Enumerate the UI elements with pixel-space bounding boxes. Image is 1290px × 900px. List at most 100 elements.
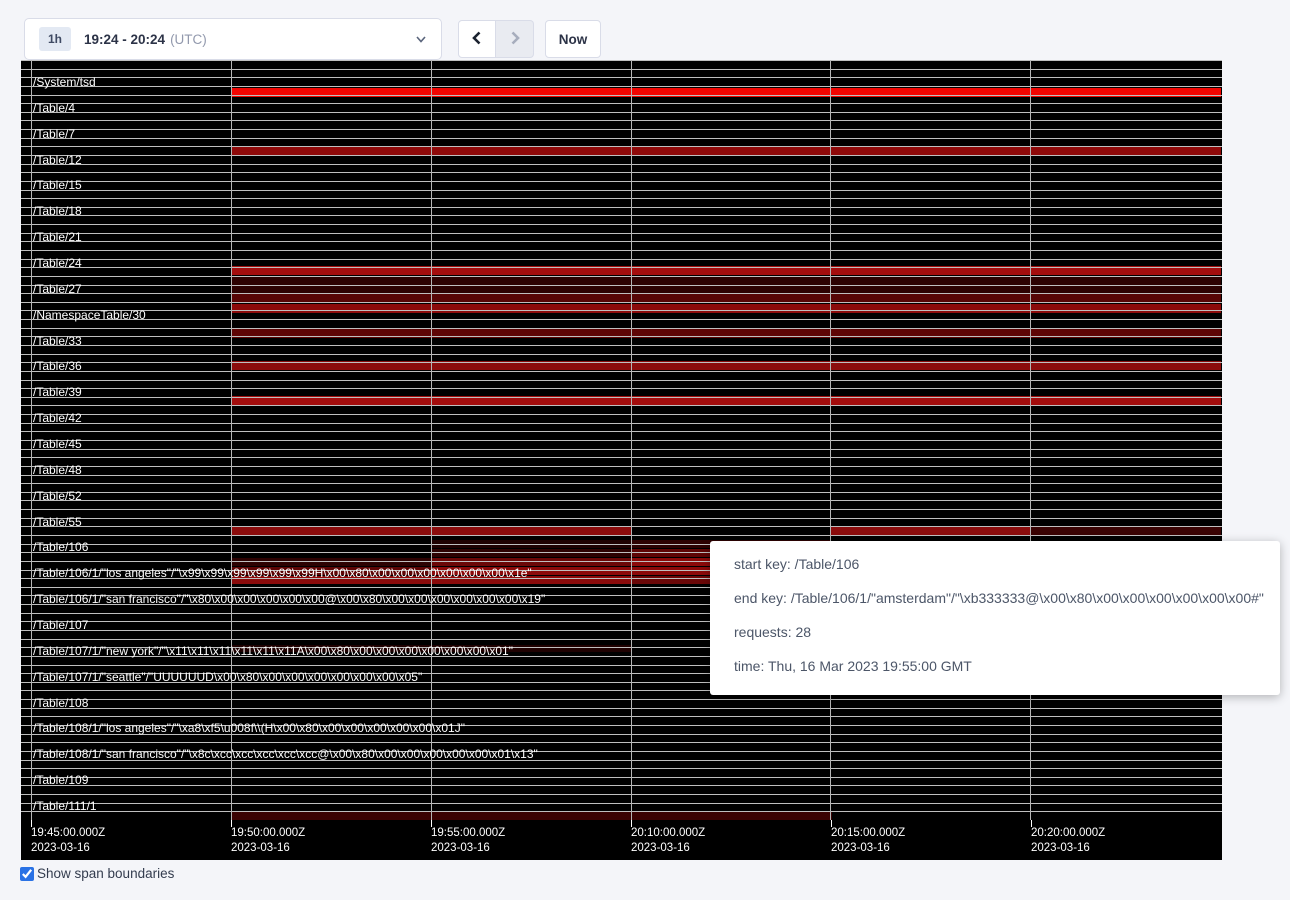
span-boundary-line xyxy=(21,120,1222,121)
row-label: /Table/27 xyxy=(33,283,82,296)
tooltip-time: time: Thu, 16 Mar 2023 19:55:00 GMT xyxy=(734,656,1280,690)
row-label: /Table/15 xyxy=(33,179,82,192)
row-label: /Table/52 xyxy=(33,490,82,503)
span-boundary-line xyxy=(21,492,1222,493)
show-span-boundaries-checkbox[interactable] xyxy=(20,867,34,881)
time-gridline xyxy=(631,60,632,820)
span-boundary-line xyxy=(21,328,1222,329)
range-timezone: (UTC) xyxy=(170,32,207,47)
next-range-button[interactable] xyxy=(496,20,534,58)
chevron-down-icon xyxy=(415,33,427,45)
axis-label: 20:10:00.000Z2023-03-16 xyxy=(631,826,705,856)
axis-label: 19:50:00.000Z2023-03-16 xyxy=(231,826,305,856)
span-boundary-line xyxy=(21,457,1222,458)
span-boundary-line xyxy=(21,440,1222,441)
span-boundary-line xyxy=(21,397,1222,398)
span-boundary-line xyxy=(21,509,1222,510)
span-boundary-line xyxy=(21,345,1222,346)
time-axis: 19:45:00.000Z2023-03-1619:50:00.000Z2023… xyxy=(21,820,1222,860)
row-label: /Table/36 xyxy=(33,360,82,373)
span-boundary-line xyxy=(21,207,1222,208)
row-label: /Table/42 xyxy=(33,412,82,425)
span-boundary-line xyxy=(21,138,1222,139)
span-boundary-line xyxy=(21,785,1222,786)
tooltip-end-key: end key: /Table/106/1/"amsterdam"/"\xb33… xyxy=(734,588,1280,622)
span-boundary-line xyxy=(21,86,1222,87)
time-gridline xyxy=(31,60,32,820)
span-boundary-line xyxy=(21,414,1222,415)
span-boundary-line xyxy=(21,293,1222,294)
span-boundary-line xyxy=(21,155,1222,156)
span-boundary-line xyxy=(21,181,1222,182)
key-visualizer-page: 1h 19:24 - 20:24 (UTC) Now /Sys xyxy=(0,0,1290,900)
span-boundary-line xyxy=(21,164,1222,165)
span-boundary-line xyxy=(21,190,1222,191)
now-button[interactable]: Now xyxy=(545,20,601,58)
range-text: 19:24 - 20:24 xyxy=(84,32,165,47)
time-toolbar: 1h 19:24 - 20:24 (UTC) Now xyxy=(0,0,1290,60)
span-boundary-line xyxy=(21,794,1222,795)
span-boundary-line xyxy=(21,535,1222,536)
range-nav-group xyxy=(458,20,534,58)
row-label: /NamespaceTable/30 xyxy=(33,309,146,322)
span-boundary-line xyxy=(21,241,1222,242)
show-span-boundaries-label: Show span boundaries xyxy=(37,866,174,881)
row-label: /System/tsd xyxy=(33,76,96,89)
row-label: /Table/107/1/"seattle"/"UUUUUUD\x00\x80\… xyxy=(33,671,422,684)
span-boundary-line xyxy=(21,423,1222,424)
row-label: /Table/107 xyxy=(33,619,88,632)
prev-range-button[interactable] xyxy=(458,20,496,58)
span-boundary-line xyxy=(21,233,1222,234)
span-boundary-line xyxy=(21,302,1222,303)
span-boundary-line xyxy=(21,354,1222,355)
span-boundary-line xyxy=(21,103,1222,104)
span-boundary-line xyxy=(21,742,1222,743)
span-boundary-line xyxy=(21,362,1222,363)
time-range-picker[interactable]: 1h 19:24 - 20:24 (UTC) xyxy=(24,18,442,60)
span-boundary-line xyxy=(21,371,1222,372)
row-label: /Table/106 xyxy=(33,541,88,554)
span-boundary-line xyxy=(21,250,1222,251)
heat-band xyxy=(232,558,431,566)
time-gridline xyxy=(1030,60,1031,820)
span-boundary-line xyxy=(21,518,1222,519)
span-boundary-line xyxy=(21,388,1222,389)
range-duration-badge: 1h xyxy=(39,27,71,51)
span-boundary-line xyxy=(21,60,1222,61)
chevron-right-icon xyxy=(508,30,522,49)
key-visualizer-canvas[interactable]: /System/tsd/Table/4/Table/7/Table/12/Tab… xyxy=(21,60,1222,860)
span-boundary-line xyxy=(21,811,1222,812)
row-label: /Table/111/1 xyxy=(33,800,97,813)
span-boundary-line xyxy=(21,708,1222,709)
row-label: /Table/45 xyxy=(33,438,82,451)
span-boundary-line xyxy=(21,466,1222,467)
row-label: /Table/108 xyxy=(33,697,88,710)
heat-band xyxy=(232,812,832,820)
span-boundary-line xyxy=(21,405,1222,406)
axis-label: 19:55:00.000Z2023-03-16 xyxy=(431,826,505,856)
span-boundary-line xyxy=(21,69,1222,70)
time-gridline xyxy=(431,60,432,820)
span-boundary-line xyxy=(21,310,1222,311)
canvas-footer: Show span boundaries xyxy=(20,866,174,881)
row-label: /Table/108/1/"los angeles"/"\xa8\xf5\u00… xyxy=(33,722,465,735)
span-boundary-line xyxy=(21,483,1222,484)
span-boundary-line xyxy=(21,768,1222,769)
row-label: /Table/39 xyxy=(33,386,82,399)
time-gridline xyxy=(231,60,232,820)
row-label: /Table/21 xyxy=(33,231,82,244)
heat-band xyxy=(431,558,631,566)
row-label: /Table/12 xyxy=(33,154,82,167)
span-boundary-line xyxy=(21,215,1222,216)
span-boundary-line xyxy=(21,526,1222,527)
axis-label: 20:20:00.000Z2023-03-16 xyxy=(1031,826,1105,856)
time-gridline xyxy=(830,60,831,820)
row-label: /Table/48 xyxy=(33,464,82,477)
span-boundary-line xyxy=(21,380,1222,381)
span-boundary-line xyxy=(21,285,1222,286)
span-boundary-line xyxy=(21,77,1222,78)
span-boundary-line xyxy=(21,224,1222,225)
span-boundary-line xyxy=(21,267,1222,268)
span-boundary-line xyxy=(21,198,1222,199)
row-label: /Table/24 xyxy=(33,257,82,270)
